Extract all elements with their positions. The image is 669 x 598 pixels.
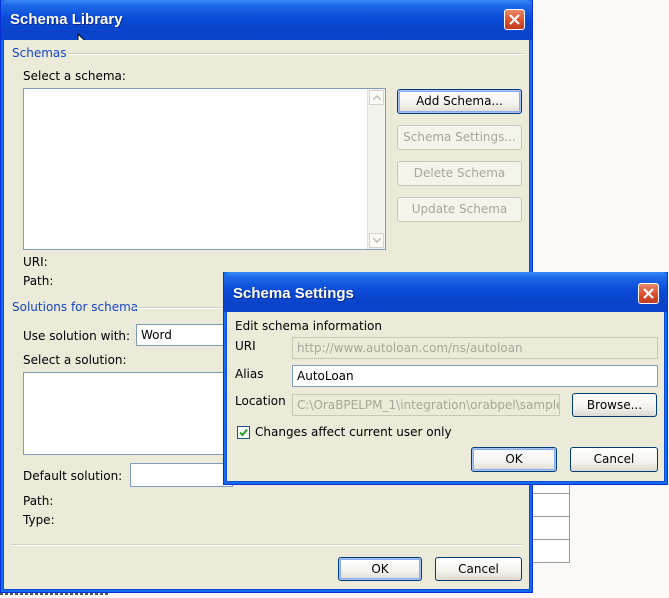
schema-settings-button[interactable]: Schema Settings... xyxy=(397,125,522,150)
group-divider xyxy=(67,53,523,55)
select-solution-label: Select a solution: xyxy=(23,353,127,367)
alias-field[interactable]: AutoLoan xyxy=(292,365,658,387)
default-solution-label: Default solution: xyxy=(23,469,123,483)
schema-settings-dialog: Schema Settings Edit schema information … xyxy=(223,272,668,485)
scroll-up-arrow-icon[interactable] xyxy=(369,90,384,105)
use-solution-label: Use solution with: xyxy=(23,329,131,343)
document-table-cell xyxy=(530,516,570,540)
scroll-down-arrow-icon[interactable] xyxy=(369,233,384,248)
schema-listbox[interactable] xyxy=(23,88,386,250)
default-solution-field[interactable] xyxy=(130,463,233,487)
uri-label: URI: xyxy=(23,255,48,269)
schemas-group-label: Schemas xyxy=(12,46,67,60)
group-divider xyxy=(133,307,233,309)
cancel-button[interactable]: Cancel xyxy=(435,557,522,581)
settings-cancel-button[interactable]: Cancel xyxy=(570,447,658,472)
delete-schema-button[interactable]: Delete Schema xyxy=(397,161,522,186)
uri-field[interactable]: http://www.autoloan.com/ns/autoloan xyxy=(292,337,658,359)
current-user-checkbox[interactable] xyxy=(237,426,250,439)
schema-settings-title: Schema Settings xyxy=(233,285,354,302)
schema-library-title: Schema Library xyxy=(10,11,123,28)
type-label: Type: xyxy=(23,513,55,527)
solution-path-label: Path: xyxy=(23,494,54,508)
settings-ok-button[interactable]: OK xyxy=(471,447,557,472)
location-field-label: Location xyxy=(235,394,286,408)
add-schema-button[interactable]: Add Schema... xyxy=(397,89,522,114)
edit-schema-info-label: Edit schema information xyxy=(235,319,383,333)
document-table-cell xyxy=(530,539,570,563)
location-field[interactable]: C:\OraBPELPM_1\integration\orabpel\sampl… xyxy=(292,394,560,416)
close-icon[interactable] xyxy=(504,9,525,30)
path-label: Path: xyxy=(23,274,54,288)
current-user-checkbox-label[interactable]: Changes affect current user only xyxy=(255,425,452,439)
select-schema-label: Select a schema: xyxy=(23,69,126,83)
solution-listbox[interactable] xyxy=(23,372,235,455)
solutions-group-label: Solutions for schema xyxy=(12,300,139,314)
close-icon[interactable] xyxy=(638,283,659,304)
use-solution-select[interactable]: Word xyxy=(136,324,232,346)
document-table-cell xyxy=(530,493,570,517)
checkmark-icon xyxy=(239,428,248,437)
schema-settings-titlebar[interactable]: Schema Settings xyxy=(224,272,667,312)
footer-divider xyxy=(11,544,523,546)
alias-field-label: Alias xyxy=(235,367,264,381)
uri-field-label: URI xyxy=(235,339,256,353)
ok-button[interactable]: OK xyxy=(338,557,422,581)
browse-button[interactable]: Browse... xyxy=(572,393,657,417)
update-schema-button[interactable]: Update Schema xyxy=(397,197,522,222)
schema-list-scrollbar[interactable] xyxy=(367,89,385,249)
